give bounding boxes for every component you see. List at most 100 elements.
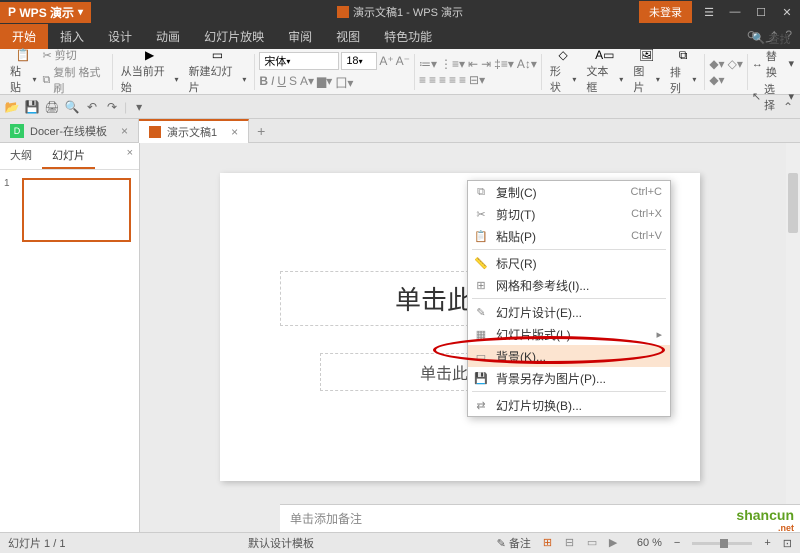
zoom-out-button[interactable]: − (674, 537, 680, 549)
menu-review[interactable]: 审阅 (276, 24, 324, 49)
play-icon: ▶ (138, 48, 162, 62)
cut-button[interactable]: ✂ 剪切 (43, 47, 108, 63)
from-current-button[interactable]: ▶ 从当前开始▾ (117, 51, 183, 92)
menu-start[interactable]: 开始 (0, 24, 48, 49)
fit-button[interactable]: ⊡ (783, 537, 792, 550)
save-icon[interactable]: 💾 (24, 99, 40, 115)
zoom-value[interactable]: 60 % (637, 537, 662, 549)
arrange-icon: ⧉ (671, 48, 695, 63)
strikethrough-button[interactable]: S (289, 74, 297, 91)
notes-pane[interactable]: 单击添加备注 (280, 504, 800, 532)
shape-fill-button[interactable]: ◆▾ (709, 57, 724, 71)
arrange-button[interactable]: ⧉ 排列▾ (666, 51, 701, 92)
underline-button[interactable]: U (277, 74, 286, 91)
scrollbar-thumb[interactable] (788, 173, 798, 233)
align-center-button[interactable]: ≡ (429, 73, 436, 87)
presentation-icon (149, 126, 161, 138)
qat-dropdown[interactable]: ▾ (131, 99, 147, 115)
ctx-cut[interactable]: ✂ 剪切(T)Ctrl+X (468, 203, 670, 225)
font-effects-button[interactable]: 囗▾ (335, 74, 353, 91)
slideshow-view-icon[interactable]: ▶ (609, 536, 625, 550)
font-size-combo[interactable]: 18 ▾ (341, 52, 377, 70)
vertical-scrollbar[interactable] (786, 143, 800, 532)
replace-button[interactable]: ↔ 替换▾ (752, 48, 794, 80)
indent-inc-button[interactable]: ⇥ (481, 57, 491, 71)
bullets-button[interactable]: ≔▾ (419, 57, 437, 71)
textbox-icon: A▭ (593, 48, 617, 62)
doc-tab-docer[interactable]: D Docer-在线模板 × (0, 119, 139, 143)
grow-font-button[interactable]: A⁺ (379, 54, 393, 68)
text-direction-button[interactable]: A↕▾ (517, 57, 537, 71)
new-slide-button[interactable]: ▭ 新建幻灯片▾ (185, 51, 251, 92)
ctx-grid[interactable]: ⊞ 网格和参考线(I)... (468, 274, 670, 296)
print-icon[interactable]: 🖨 (44, 99, 60, 115)
font-name-combo[interactable]: 宋体 ▾ (259, 52, 339, 70)
shape-effect-button[interactable]: ◆▾ (709, 73, 724, 87)
textbox-button[interactable]: A▭ 文本框▾ (582, 51, 627, 92)
slides-tab[interactable]: 幻灯片 (42, 143, 95, 169)
copy-button[interactable]: ⧉ 复制 格式刷 (43, 64, 108, 96)
panel-close-icon[interactable]: × (121, 143, 139, 169)
undo-icon[interactable]: ↶ (84, 99, 100, 115)
picture-button[interactable]: 🖼 图片▾ (629, 51, 664, 92)
notes-button[interactable]: ✎ 备注 (497, 535, 531, 551)
ctx-copy[interactable]: ⧉ 复制(C)Ctrl+C (468, 181, 670, 203)
italic-button[interactable]: I (271, 74, 274, 91)
menu-view[interactable]: 视图 (324, 24, 372, 49)
menu-design[interactable]: 设计 (96, 24, 144, 49)
maximize-button[interactable]: ☐ (748, 0, 774, 24)
zoom-slider[interactable] (692, 542, 752, 545)
slide-thumbnail[interactable] (22, 178, 131, 242)
ctx-design[interactable]: ✎ 幻灯片设计(E)... (468, 301, 670, 323)
shape-outline-button[interactable]: ◇▾ (728, 57, 743, 71)
app-badge[interactable]: P WPS 演示▾ (0, 2, 91, 23)
outline-tab[interactable]: 大纲 (0, 143, 42, 169)
align-distribute-button[interactable]: ≡ (459, 73, 466, 87)
sorter-view-icon[interactable]: ⊟ (565, 536, 581, 550)
bold-button[interactable]: B (259, 74, 268, 91)
find-button[interactable]: 🔍 查找 (752, 31, 794, 47)
numbering-button[interactable]: ⋮≡▾ (440, 57, 465, 71)
align-right-button[interactable]: ≡ (439, 73, 446, 87)
ctx-paste[interactable]: 📋 粘贴(P)Ctrl+V (468, 225, 670, 247)
copy-icon: ⧉ (474, 185, 488, 199)
tab-close-icon[interactable]: × (231, 125, 238, 139)
tab-close-icon[interactable]: × (121, 124, 128, 138)
open-icon[interactable]: 📂 (4, 99, 20, 115)
qat-button[interactable]: ☰ (696, 0, 722, 24)
ctx-ruler[interactable]: 📏 标尺(R) (468, 252, 670, 274)
align-left-button[interactable]: ≡ (419, 73, 426, 87)
login-button[interactable]: 未登录 (639, 1, 692, 23)
menu-special[interactable]: 特色功能 (372, 24, 444, 49)
add-tab-button[interactable]: + (249, 123, 273, 139)
minimize-button[interactable]: — (722, 0, 748, 24)
doc-tab-presentation[interactable]: 演示文稿1 × (139, 119, 249, 143)
align-justify-button[interactable]: ≡ (449, 73, 456, 87)
ctx-save-bg[interactable]: 💾 背景另存为图片(P)... (468, 367, 670, 389)
shrink-font-button[interactable]: A⁻ (396, 54, 410, 68)
menu-insert[interactable]: 插入 (48, 24, 96, 49)
normal-view-icon[interactable]: ⊞ (543, 536, 559, 550)
font-color-button[interactable]: A▾ (300, 74, 314, 91)
preview-icon[interactable]: 🔍 (64, 99, 80, 115)
ctx-background[interactable]: ▭ 背景(K)... (468, 345, 670, 367)
ctx-transition[interactable]: ⇄ 幻灯片切换(B)... (468, 394, 670, 416)
save-bg-icon: 💾 (474, 371, 488, 385)
highlight-button[interactable]: ▆▾ (317, 74, 332, 91)
menu-animation[interactable]: 动画 (144, 24, 192, 49)
titlebar: P WPS 演示▾ 演示文稿1 - WPS 演示 未登录 ☰ — ☐ ✕ (0, 0, 800, 24)
menu-slideshow[interactable]: 幻灯片放映 (192, 24, 276, 49)
reading-view-icon[interactable]: ▭ (587, 536, 603, 550)
close-button[interactable]: ✕ (774, 0, 800, 24)
zoom-in-button[interactable]: + (764, 537, 770, 549)
minimize-ribbon-icon[interactable]: ⌃ (780, 99, 796, 115)
ruler-icon: 📏 (474, 256, 488, 270)
indent-dec-button[interactable]: ⇤ (468, 57, 478, 71)
paste-group[interactable]: 📋 粘贴▾ (6, 51, 41, 92)
redo-icon[interactable]: ↷ (104, 99, 120, 115)
line-spacing-button[interactable]: ‡≡▾ (494, 57, 514, 71)
vert-align-button[interactable]: ⊟▾ (469, 73, 485, 87)
shape-button[interactable]: ◇ 形状▾ (546, 51, 581, 92)
ctx-layout[interactable]: ▦ 幻灯片版式(L)▸ (468, 323, 670, 345)
workspace: 大纲 幻灯片 × 1 单击此处添 单击此处添 单击添加备注 (0, 143, 800, 532)
